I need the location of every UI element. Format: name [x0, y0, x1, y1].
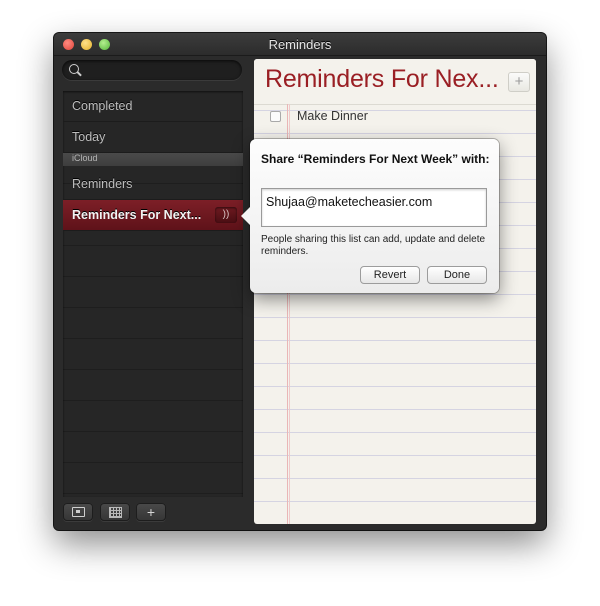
- search-field[interactable]: [62, 60, 242, 80]
- add-reminder-button[interactable]: +: [508, 72, 530, 92]
- sidebar-item-today[interactable]: Today: [63, 122, 243, 153]
- calendar-grid-icon: [109, 507, 122, 518]
- search-icon: [69, 64, 79, 74]
- share-popover: Share “Reminders For Next Week” with: Sh…: [241, 139, 499, 293]
- search-input[interactable]: [84, 62, 234, 78]
- plus-icon: +: [146, 504, 156, 520]
- plus-icon: +: [514, 73, 524, 90]
- list-header: Reminders For Nex... +: [254, 59, 536, 105]
- calendar-button[interactable]: [100, 503, 130, 521]
- sidebar-item-label: Reminders: [72, 177, 133, 191]
- lists-panel: Completed Today iCloud Reminders Reminde…: [63, 91, 243, 497]
- show-calendar-icon: [72, 507, 85, 517]
- sharing-note: People sharing this list can add, update…: [261, 234, 486, 257]
- reminder-checkbox[interactable]: [270, 111, 281, 122]
- wifi-share-icon: )): [222, 209, 230, 220]
- sidebar-item-reminders-for-next-week[interactable]: Reminders For Next... )): [63, 200, 243, 231]
- done-button[interactable]: Done: [427, 266, 487, 284]
- revert-button[interactable]: Revert: [360, 266, 420, 284]
- sidebar-item-reminders[interactable]: Reminders: [63, 169, 243, 200]
- sidebar-item-completed[interactable]: Completed: [63, 91, 243, 122]
- show-calendar-button[interactable]: [63, 503, 93, 521]
- sidebar: Completed Today iCloud Reminders Reminde…: [54, 56, 250, 530]
- list-title: Reminders For Nex...: [265, 65, 499, 93]
- email-field[interactable]: Shujaa@maketecheasier.com: [261, 188, 487, 227]
- add-list-button[interactable]: +: [136, 503, 166, 521]
- share-button[interactable]: )): [215, 207, 237, 223]
- email-value[interactable]: Shujaa@maketecheasier.com: [266, 195, 432, 209]
- reminder-item[interactable]: Make Dinner: [254, 106, 536, 128]
- group-label: iCloud: [72, 153, 98, 163]
- group-header-icloud: iCloud: [63, 153, 243, 166]
- popover-arrow: [241, 207, 250, 225]
- popover-title: Share “Reminders For Next Week” with:: [261, 152, 490, 166]
- sidebar-item-label: Completed: [72, 99, 133, 113]
- reminder-title[interactable]: Make Dinner: [297, 109, 368, 123]
- sidebar-bottom-bar: +: [54, 490, 250, 530]
- sidebar-item-label: Reminders For Next...: [72, 208, 202, 222]
- sidebar-item-label: Today: [72, 130, 106, 144]
- window-title: Reminders: [268, 37, 332, 52]
- title-bar[interactable]: Reminders: [54, 33, 546, 56]
